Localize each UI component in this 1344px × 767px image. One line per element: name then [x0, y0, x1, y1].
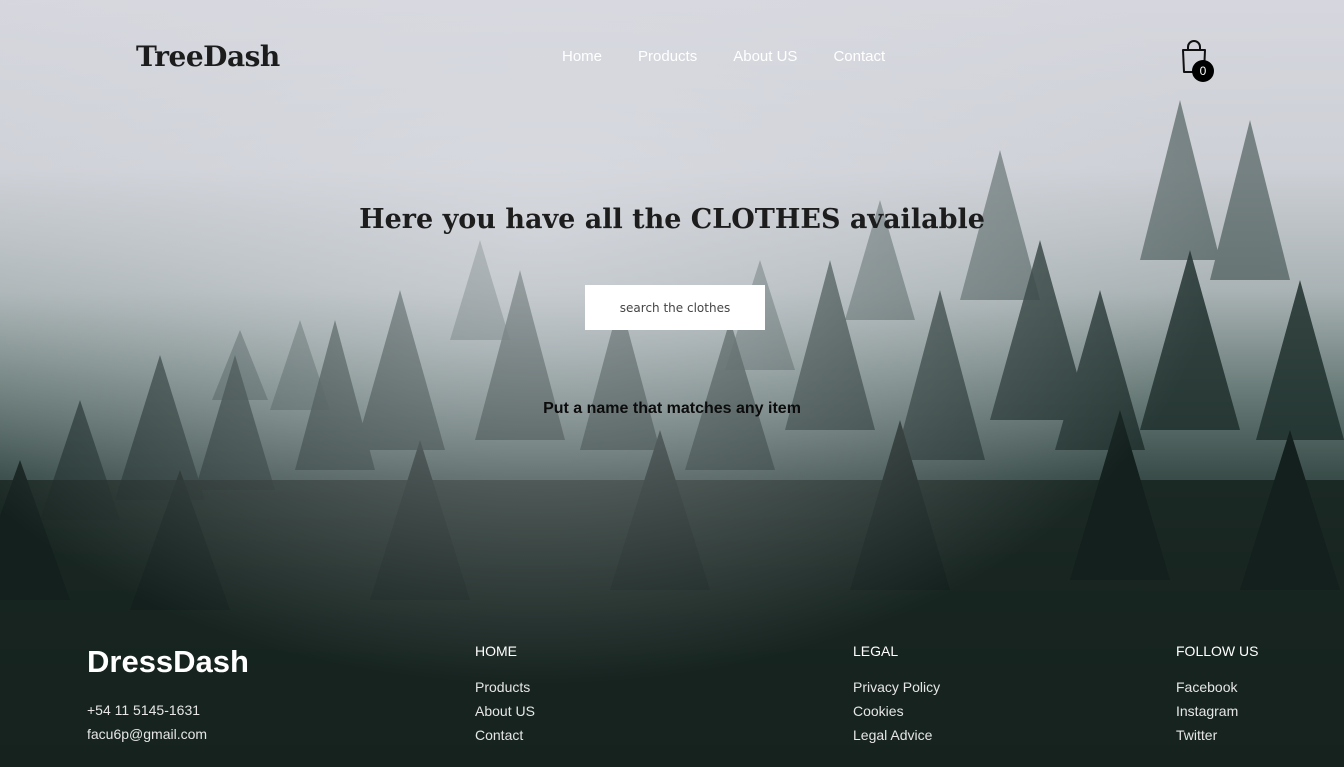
site-header: TreeDash Home Products About US Contact …: [0, 0, 1344, 115]
footer-col-legal: LEGAL Privacy Policy Cookies Legal Advic…: [853, 643, 940, 751]
footer-col-follow-us: FOLLOW US Facebook Instagram Twitter: [1176, 643, 1258, 751]
footer-link-legal-advice[interactable]: Legal Advice: [853, 727, 940, 744]
footer-link-privacy-policy[interactable]: Privacy Policy: [853, 679, 940, 696]
footer-link-cookies[interactable]: Cookies: [853, 703, 940, 720]
footer-link-facebook[interactable]: Facebook: [1176, 679, 1258, 696]
nav-contact[interactable]: Contact: [833, 48, 885, 65]
footer-heading-follow-us: FOLLOW US: [1176, 643, 1259, 659]
search-hint: Put a name that matches any item: [543, 400, 801, 417]
footer-brand: DressDash: [87, 644, 249, 679]
hero-title: Here you have all the CLOTHES available: [359, 204, 985, 235]
footer-phone: +54 11 5145-1631: [87, 702, 201, 718]
footer-email[interactable]: facu6p@gmail.com: [87, 726, 207, 742]
footer-link-twitter[interactable]: Twitter: [1176, 727, 1258, 744]
search-input[interactable]: [585, 285, 765, 330]
nav-about-us[interactable]: About US: [733, 48, 797, 65]
footer-heading-legal: LEGAL: [853, 643, 899, 659]
footer-col-home: HOME Products About US Contact: [475, 643, 535, 751]
site-footer: DressDash +54 11 5145-1631 facu6p@gmail.…: [0, 630, 1344, 767]
cart-button[interactable]: 0: [1180, 40, 1216, 84]
nav-products[interactable]: Products: [638, 48, 697, 65]
footer-link-about-us[interactable]: About US: [475, 703, 535, 720]
nav-home[interactable]: Home: [562, 48, 602, 65]
site-logo[interactable]: TreeDash: [136, 40, 280, 73]
cart-count-badge: 0: [1192, 60, 1214, 82]
footer-link-instagram[interactable]: Instagram: [1176, 703, 1258, 720]
main-nav: Home Products About US Contact: [562, 48, 885, 65]
footer-heading-home: HOME: [475, 643, 517, 659]
footer-link-products[interactable]: Products: [475, 679, 535, 696]
footer-link-contact[interactable]: Contact: [475, 727, 535, 744]
